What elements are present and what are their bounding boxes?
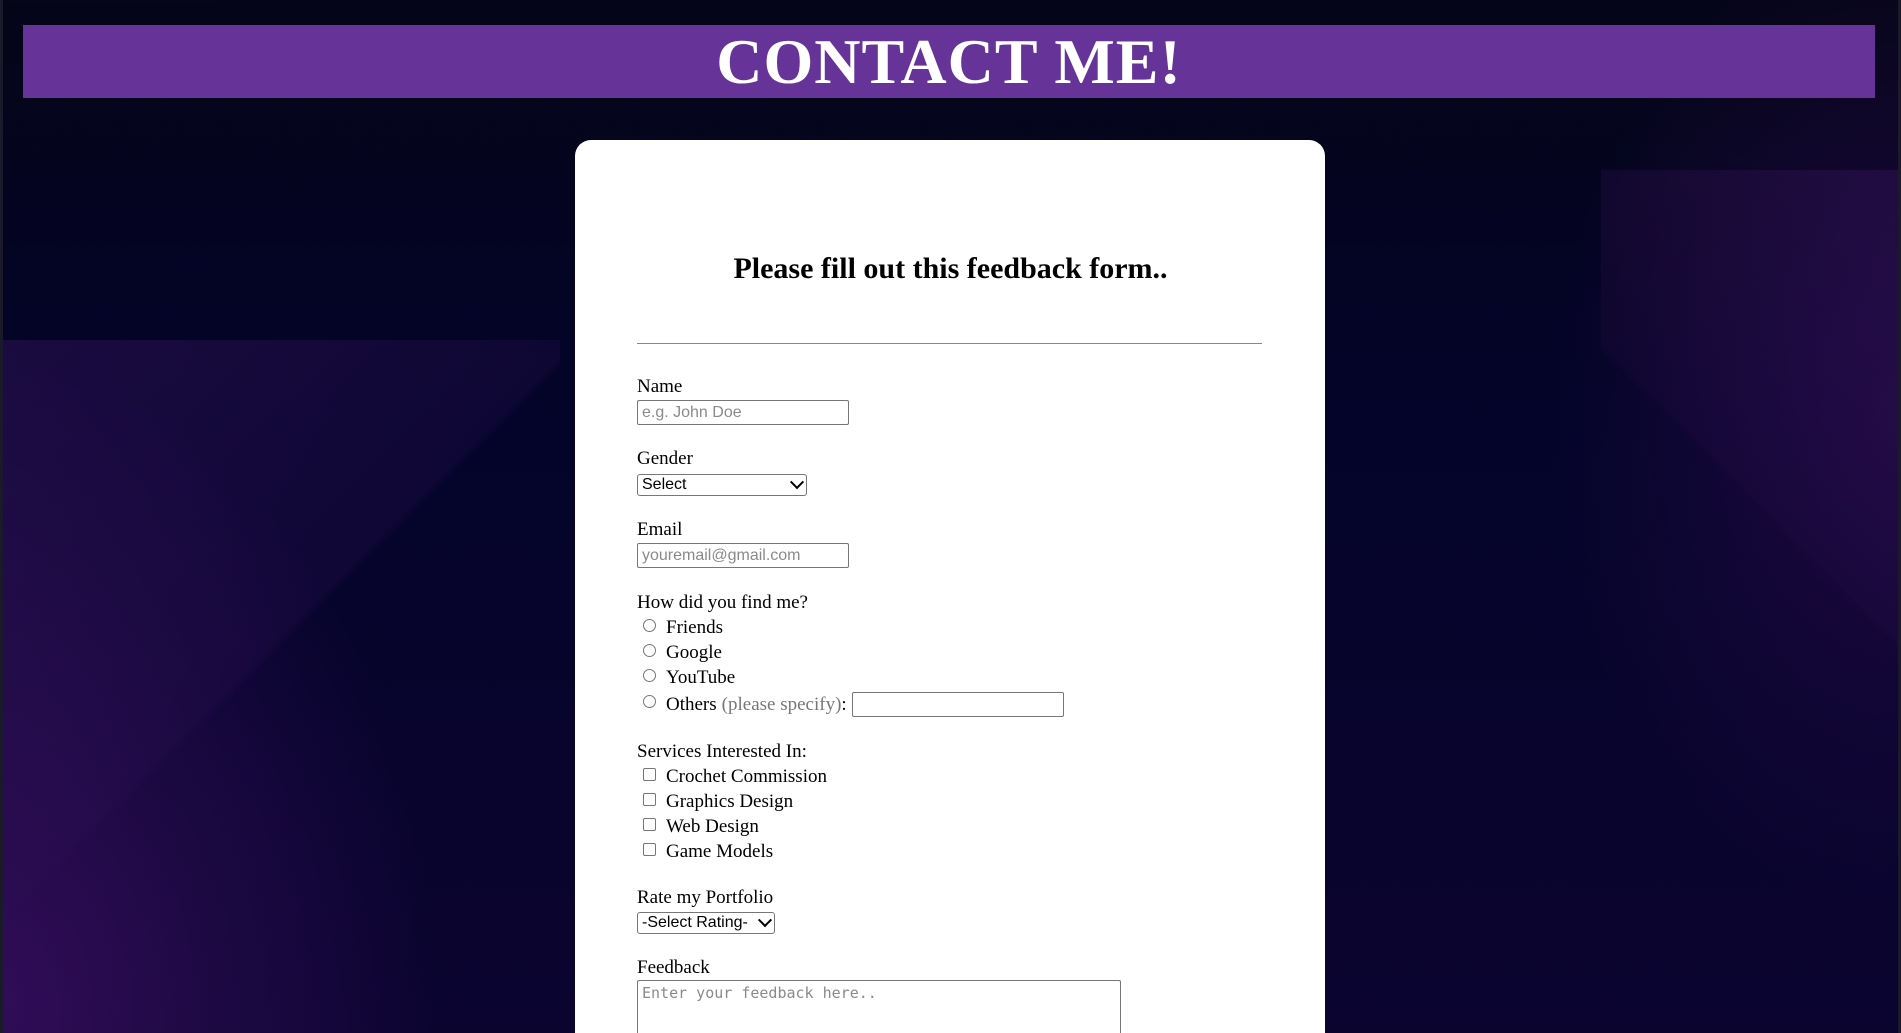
feedback-label: Feedback (637, 957, 710, 978)
feedback-textarea[interactable] (637, 980, 1121, 1033)
option-label: Google (666, 642, 722, 663)
name-input[interactable] (637, 400, 849, 425)
chevron-down-icon (757, 913, 773, 928)
checkbox-web[interactable] (643, 817, 656, 831)
option-label: Friends (666, 617, 723, 638)
find-me-label: How did you find me? (637, 592, 808, 613)
radio-google[interactable] (643, 643, 656, 657)
rating-select-value: -Select Rating- (642, 914, 748, 931)
gender-select-value: Select (642, 476, 687, 493)
checkbox-game[interactable] (643, 842, 656, 856)
checkbox-graphics[interactable] (643, 792, 656, 806)
rating-select[interactable]: -Select Rating- (637, 912, 775, 934)
radio-others[interactable] (643, 695, 656, 708)
form-divider (637, 343, 1262, 344)
gender-select[interactable]: Select (637, 474, 807, 496)
option-label: Crochet Commission (666, 766, 827, 787)
checkbox-crochet[interactable] (643, 767, 656, 781)
name-label: Name (637, 376, 683, 397)
find-me-option-others[interactable]: Others (please specify) : (643, 692, 1064, 717)
page-header-banner: CONTACT ME! (23, 25, 1875, 98)
find-me-option-google[interactable]: Google (643, 642, 722, 664)
service-option-game[interactable]: Game Models (643, 841, 773, 863)
chevron-down-icon (789, 475, 805, 490)
email-label: Email (637, 519, 683, 540)
option-label: Graphics Design (666, 791, 794, 812)
option-label: YouTube (666, 667, 736, 688)
find-me-option-friends[interactable]: Friends (643, 617, 723, 639)
option-label: Others (666, 693, 717, 715)
page-title: CONTACT ME! (716, 25, 1182, 97)
others-colon: : (841, 693, 847, 715)
others-hint: (please specify) (721, 693, 842, 715)
find-me-option-youtube[interactable]: YouTube (643, 667, 735, 689)
radio-friends[interactable] (643, 618, 656, 632)
window-edge-left (0, 0, 3, 1033)
service-option-graphics[interactable]: Graphics Design (643, 791, 793, 813)
others-specify-input[interactable] (851, 692, 1064, 717)
radio-youtube[interactable] (643, 668, 656, 682)
rating-label: Rate my Portfolio (637, 887, 774, 908)
background-shard-left (0, 340, 560, 1033)
service-option-web[interactable]: Web Design (643, 816, 759, 838)
service-option-crochet[interactable]: Crochet Commission (643, 766, 827, 788)
gender-label: Gender (637, 448, 693, 469)
services-label: Services Interested In: (637, 741, 807, 762)
option-label: Game Models (666, 841, 774, 862)
email-input[interactable] (637, 543, 849, 568)
option-label: Web Design (666, 816, 759, 837)
form-title: Please fill out this feedback form.. (733, 252, 1168, 285)
